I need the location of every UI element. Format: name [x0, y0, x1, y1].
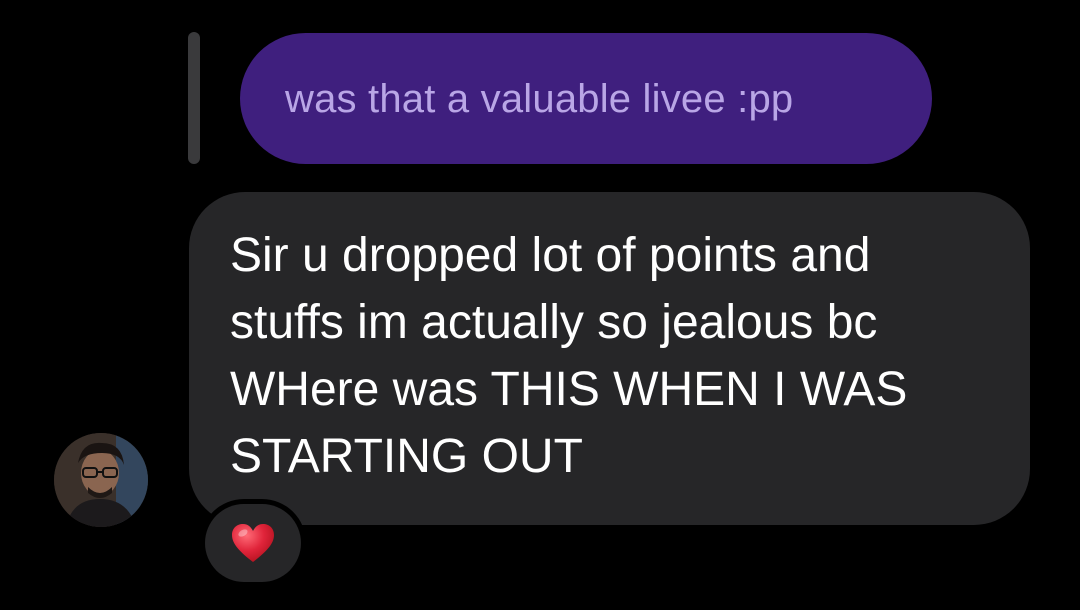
received-message-bubble[interactable]: Sir u dropped lot of points and stuffs i… [189, 192, 1030, 525]
replied-message-bubble[interactable]: was that a valuable livee :pp [240, 33, 932, 164]
reply-indicator-bar [188, 32, 200, 164]
reaction-badge[interactable] [200, 499, 306, 587]
replied-message-text: was that a valuable livee :pp [285, 76, 794, 121]
reaction-badge-inner [205, 504, 301, 582]
sender-avatar[interactable] [54, 433, 148, 527]
received-message-text: Sir u dropped lot of points and stuffs i… [230, 229, 908, 483]
profile-photo-icon [54, 433, 148, 527]
red-heart-icon [232, 524, 274, 562]
